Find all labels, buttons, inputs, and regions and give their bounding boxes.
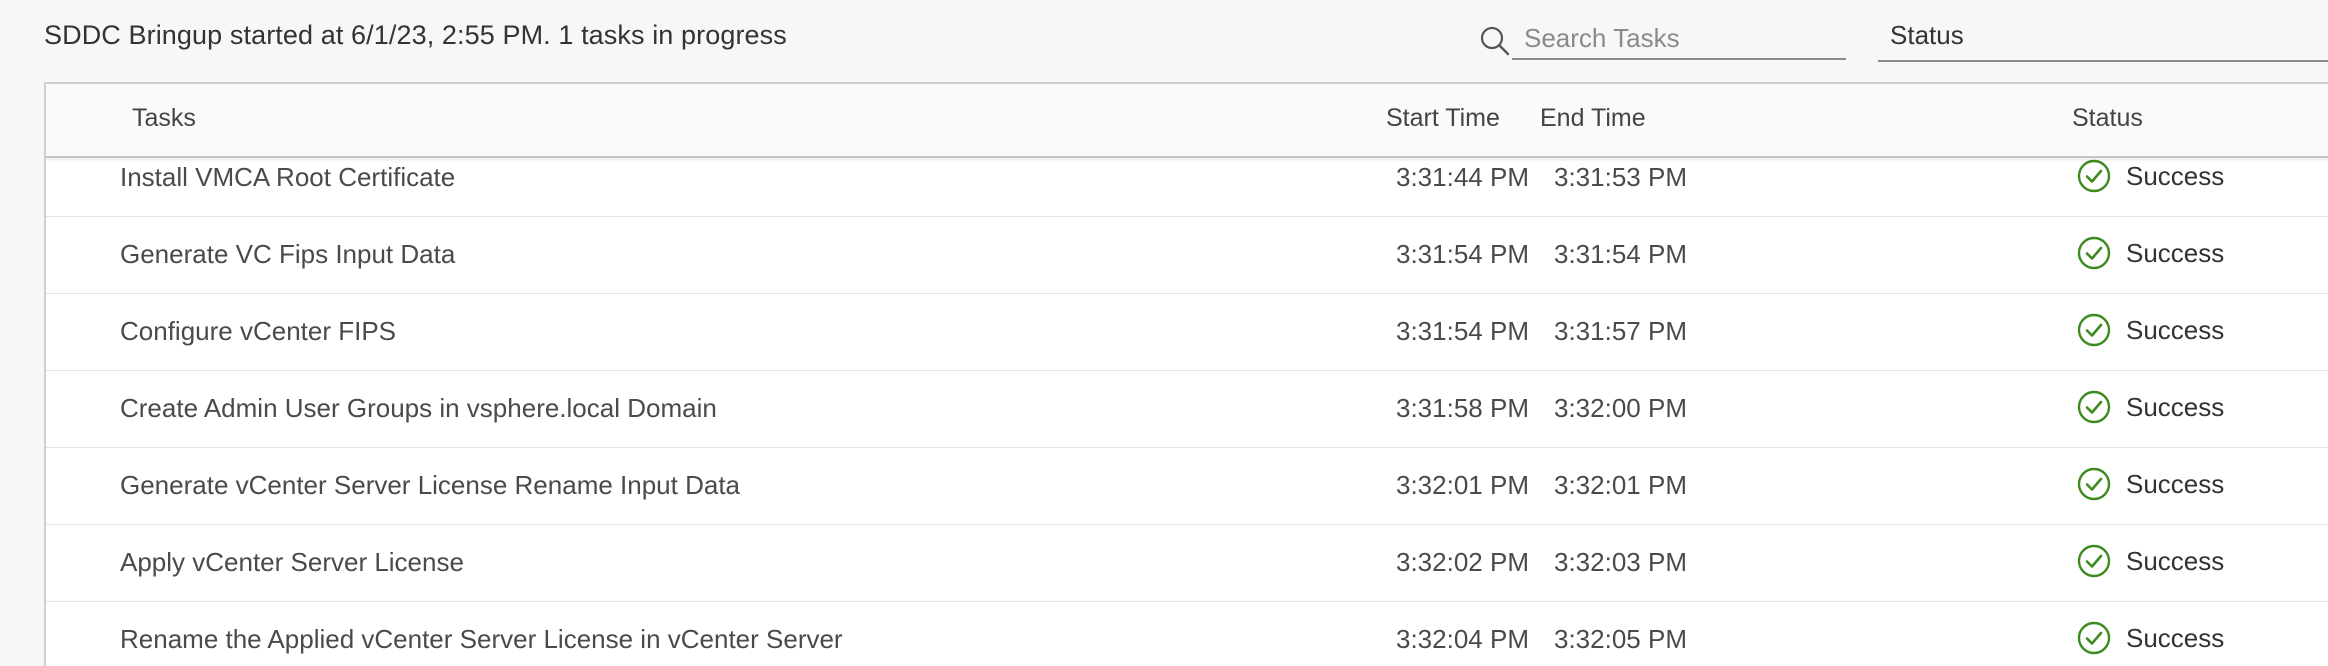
end-time: 3:32:00 PM [1554, 393, 1687, 423]
end-time: 3:32:03 PM [1554, 547, 1687, 577]
success-check-icon [2077, 236, 2111, 270]
task-search [1478, 18, 1858, 62]
success-check-icon [2077, 159, 2111, 193]
table-row[interactable]: Rename the Applied vCenter Server Licens… [46, 602, 2328, 666]
table-row[interactable]: Configure vCenter FIPS 3:31:54 PM 3:31:5… [46, 294, 2328, 371]
start-time: 3:31:58 PM [1396, 393, 1529, 423]
table-header: Tasks Start Time End Time Status [46, 84, 2328, 158]
status-label: Success [2126, 315, 2225, 345]
status-filter-label: Status [1890, 20, 1964, 50]
status-label: Success [2126, 238, 2225, 268]
table-body: Install VMCA Root Certificate 3:31:44 PM… [46, 140, 2328, 666]
task-name: Generate VC Fips Input Data [120, 239, 456, 269]
start-time: 3:31:54 PM [1396, 239, 1529, 269]
task-name: Install VMCA Root Certificate [120, 162, 456, 192]
task-name: Generate vCenter Server License Rename I… [120, 470, 741, 500]
top-bar: SDDC Bringup started at 6/1/23, 2:55 PM.… [0, 0, 2328, 82]
task-name: Configure vCenter FIPS [120, 316, 397, 346]
end-time: 3:31:53 PM [1554, 162, 1687, 192]
status-label: Success [2126, 623, 2225, 653]
end-time: 3:32:01 PM [1554, 470, 1687, 500]
start-time: 3:31:54 PM [1396, 316, 1529, 346]
start-time: 3:32:01 PM [1396, 470, 1529, 500]
tasks-table: Tasks Start Time End Time Status Install… [44, 82, 2328, 666]
status-label: Success [2126, 392, 2225, 422]
bringup-status-summary: SDDC Bringup started at 6/1/23, 2:55 PM.… [44, 20, 787, 50]
success-check-icon [2077, 313, 2111, 347]
success-check-icon [2077, 544, 2111, 578]
table-row[interactable]: Generate VC Fips Input Data 3:31:54 PM 3… [46, 217, 2328, 294]
column-header-start-time[interactable]: Start Time [1386, 104, 1500, 133]
end-time: 3:32:05 PM [1554, 624, 1687, 654]
tasks-page: SDDC Bringup started at 6/1/23, 2:55 PM.… [0, 0, 2328, 666]
column-header-end-time[interactable]: End Time [1540, 104, 1646, 133]
start-time: 3:32:02 PM [1396, 547, 1529, 577]
table-row[interactable]: Apply vCenter Server License 3:32:02 PM … [46, 525, 2328, 602]
success-check-icon [2077, 390, 2111, 424]
task-name: Rename the Applied vCenter Server Licens… [120, 624, 843, 654]
table-row[interactable]: Generate vCenter Server License Rename I… [46, 448, 2328, 525]
search-tasks-input[interactable] [1512, 18, 1846, 60]
column-header-status[interactable]: Status [2072, 104, 2143, 133]
status-label: Success [2126, 161, 2225, 191]
end-time: 3:31:57 PM [1554, 316, 1687, 346]
column-header-tasks[interactable]: Tasks [132, 104, 196, 133]
search-icon[interactable] [1478, 24, 1512, 58]
success-check-icon [2077, 467, 2111, 501]
end-time: 3:31:54 PM [1554, 239, 1687, 269]
success-check-icon [2077, 621, 2111, 655]
status-label: Success [2126, 546, 2225, 576]
task-name: Apply vCenter Server License [120, 547, 464, 577]
status-filter-dropdown[interactable]: Status [1878, 18, 2328, 62]
start-time: 3:32:04 PM [1396, 624, 1529, 654]
table-row[interactable]: Create Admin User Groups in vsphere.loca… [46, 371, 2328, 448]
start-time: 3:31:44 PM [1396, 162, 1529, 192]
task-name: Create Admin User Groups in vsphere.loca… [120, 393, 717, 423]
status-label: Success [2126, 469, 2225, 499]
